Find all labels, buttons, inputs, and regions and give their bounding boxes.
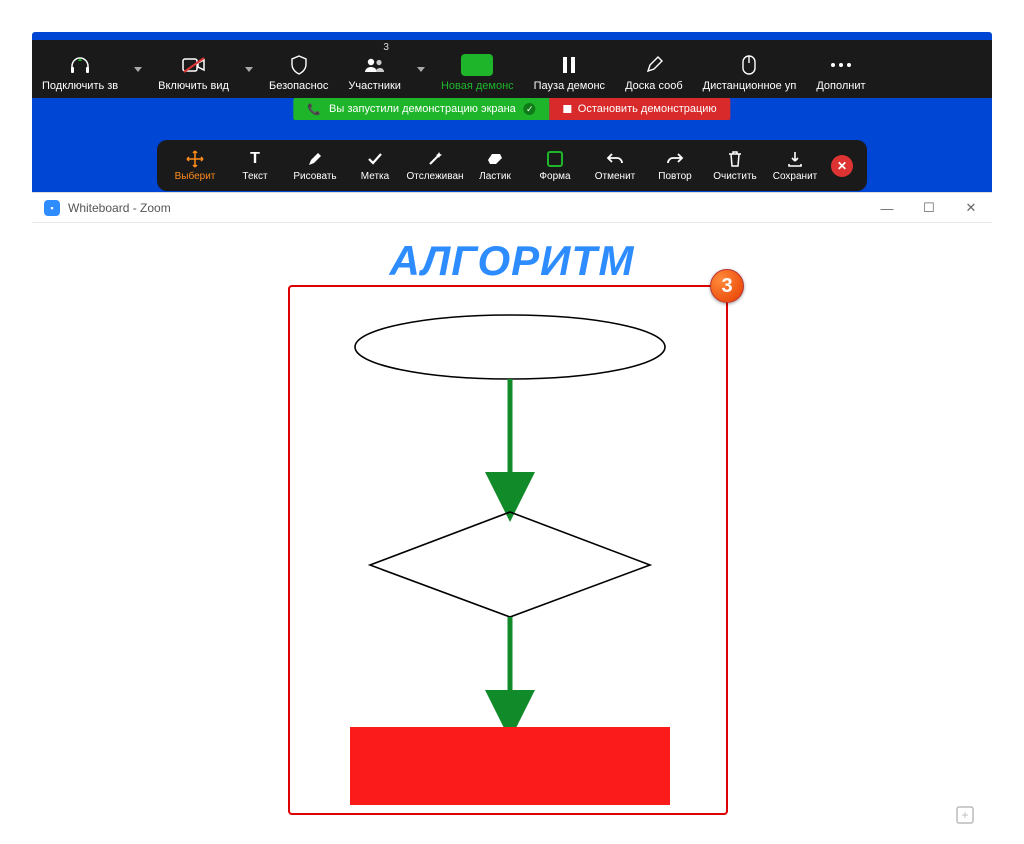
whiteboard-button[interactable]: Доска сооб [615,40,693,98]
security-button[interactable]: Безопаснос [259,40,338,98]
pencil-icon [645,54,663,76]
participants-icon [363,54,387,76]
format-tool[interactable]: Форма [527,146,583,185]
zoom-app-icon: ▪ [44,200,60,216]
shield-icon [290,54,308,76]
remote-control-button[interactable]: Дистанционное уп [693,40,807,98]
whiteboard-canvas[interactable]: АЛГОРИТМ 3 [32,223,992,840]
check-icon [367,149,383,169]
download-icon [787,149,803,169]
text-tool[interactable]: T Текст [227,146,283,185]
wand-icon [427,149,443,169]
eraser-tool[interactable]: Ластик [467,146,523,185]
close-icon: ✕ [837,159,847,173]
pen-icon [307,149,323,169]
start-video-label: Включить вид [158,80,229,92]
whiteboard-window-title: Whiteboard - Zoom [68,201,171,215]
share-running-text: Вы запустили демонстрацию экрана [329,103,516,115]
color-square-icon [547,149,563,169]
more-button[interactable]: Дополнит [806,40,875,98]
move-icon [186,149,204,169]
whiteboard-titlebar[interactable]: ▪ Whiteboard - Zoom — ☐ ✕ [32,193,992,223]
new-share-label: Новая демонс [441,80,514,92]
meeting-toolbar: Подключить зв Включить вид Безопаснос 3 … [32,40,992,98]
selection-box[interactable]: 3 [288,285,728,815]
phone-icon: 📞 [307,103,321,116]
stop-share-button[interactable]: Остановить демонстрацию [550,98,731,120]
share-status-bar: 📞 Вы запустили демонстрацию экрана ✓ Ост… [293,98,730,120]
more-label: Дополнит [816,80,865,92]
shield-check-icon: ✓ [524,103,536,115]
expand-canvas-button[interactable]: + [956,806,974,824]
svg-text:+: + [961,808,968,822]
eraser-tool-label: Ластик [479,171,511,182]
annotation-toolbar: Выберит T Текст Рисовать Метка Отслежива… [157,140,867,191]
terminator-shape [355,315,665,379]
whiteboard-heading: АЛГОРИТМ [32,237,992,285]
clear-tool-label: Очистить [713,171,757,182]
stop-share-label: Остановить демонстрацию [578,103,717,115]
desktop-area: Подключить зв Включить вид Безопаснос 3 … [32,32,992,840]
more-dots-icon [830,54,852,76]
clear-tool[interactable]: Очистить [707,146,763,185]
stamp-tool-label: Метка [361,171,389,182]
redo-tool-label: Повтор [658,171,691,182]
spotlight-tool-label: Отслеживан [406,171,463,182]
join-audio-button[interactable]: Подключить зв [32,40,128,98]
close-annotation-button[interactable]: ✕ [831,155,853,177]
participants-caret-icon[interactable] [411,40,431,98]
audio-caret-icon[interactable] [128,40,148,98]
start-video-button[interactable]: Включить вид [148,40,239,98]
join-audio-label: Подключить зв [42,80,118,92]
remote-control-label: Дистанционное уп [703,80,797,92]
draw-tool-label: Рисовать [293,171,336,182]
redo-icon [666,149,684,169]
video-caret-icon[interactable] [239,40,259,98]
redo-tool[interactable]: Повтор [647,146,703,185]
participants-label: Участники [348,80,401,92]
pause-share-button[interactable]: Пауза демонс [524,40,615,98]
draw-tool[interactable]: Рисовать [287,146,343,185]
stamp-tool[interactable]: Метка [347,146,403,185]
share-running-banner: 📞 Вы запустили демонстрацию экрана ✓ [293,98,549,120]
undo-tool-label: Отменит [595,171,635,182]
share-up-icon: ↑ [461,54,493,76]
pause-share-label: Пауза демонс [534,80,605,92]
trash-icon [728,149,742,169]
undo-icon [606,149,624,169]
eraser-icon [486,149,504,169]
select-tool[interactable]: Выберит [167,146,223,185]
save-tool[interactable]: Сохранит [767,146,823,185]
undo-tool[interactable]: Отменит [587,146,643,185]
flowchart-diagram [290,287,730,817]
video-off-icon [182,54,206,76]
window-close-button[interactable]: ✕ [950,193,992,223]
save-tool-label: Сохранит [773,171,817,182]
participants-button[interactable]: 3 Участники [338,40,411,98]
pause-icon [561,54,577,76]
process-shape [350,727,670,805]
window-minimize-button[interactable]: — [866,193,908,223]
decision-shape [370,512,650,617]
text-icon: T [250,149,260,169]
headphones-icon [69,54,91,76]
whiteboard-window: ▪ Whiteboard - Zoom — ☐ ✕ АЛГОРИТМ 3 [32,192,992,840]
text-tool-label: Текст [242,171,267,182]
whiteboard-label: Доска сооб [625,80,683,92]
participants-count: 3 [383,42,389,53]
mouse-icon [742,54,756,76]
window-maximize-button[interactable]: ☐ [908,193,950,223]
stop-icon [564,105,572,113]
spotlight-tool[interactable]: Отслеживан [407,146,463,185]
security-label: Безопаснос [269,80,328,92]
select-tool-label: Выберит [175,171,216,182]
new-share-button[interactable]: ↑ Новая демонс [431,40,524,98]
format-tool-label: Форма [539,171,570,182]
